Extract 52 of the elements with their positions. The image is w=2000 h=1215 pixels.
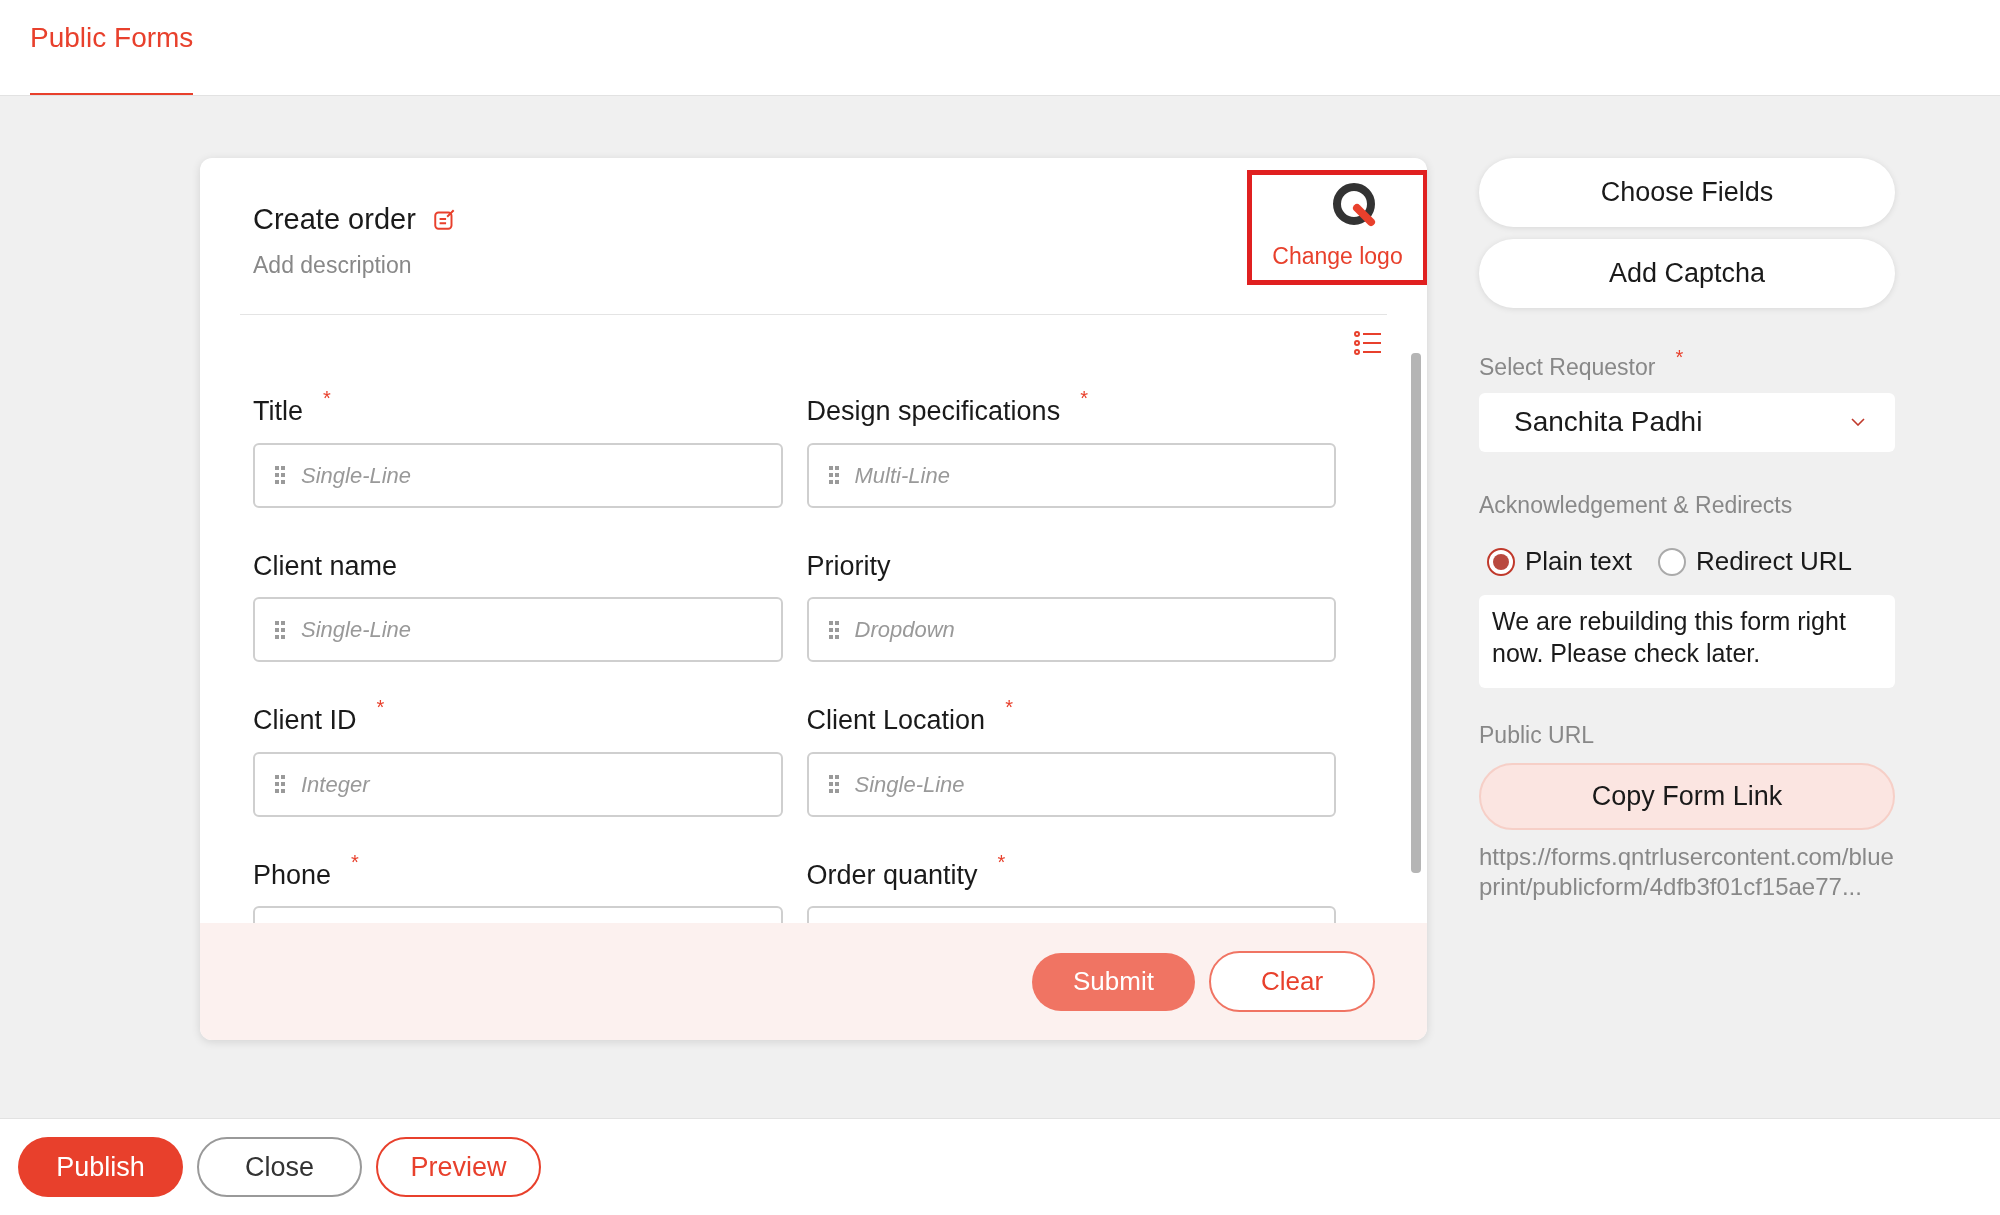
requestor-label: Select Requestor — [1479, 353, 1656, 382]
section-label: Acknowledgement & Redirects — [1479, 490, 1794, 520]
radio-button[interactable] — [1657, 547, 1686, 576]
field-label: Title — [253, 395, 303, 428]
required-asterisk: * — [997, 849, 1006, 875]
required-asterisk: * — [1080, 386, 1088, 411]
copy-link-button[interactable]: Copy Form Link — [1479, 762, 1895, 830]
chevron-down-icon — [1851, 418, 1865, 426]
radio-button[interactable] — [1487, 547, 1515, 576]
field-label: Design specifications — [806, 395, 1061, 428]
change-logo-button[interactable]: Change logo — [1247, 170, 1427, 285]
drag-handle-icon — [828, 466, 839, 484]
scrollbar[interactable] — [1411, 353, 1421, 873]
required-asterisk: * — [1005, 695, 1013, 720]
field-label: Client Location — [806, 704, 986, 737]
clear-button[interactable]: Clear — [1209, 951, 1375, 1012]
drag-handle-icon — [275, 620, 285, 639]
field-label: Order quantity — [806, 858, 978, 892]
field-label: Client name — [253, 549, 398, 583]
input-field[interactable]: Dropdown — [806, 597, 1336, 662]
radio-label: Redirect URL — [1695, 545, 1852, 578]
required-asterisk: * — [376, 695, 385, 720]
input-field[interactable]: Multi-Line — [806, 442, 1336, 508]
input-field[interactable]: Single-Line — [253, 597, 783, 662]
field-label: Priority — [806, 549, 891, 583]
field-label: Client ID — [253, 704, 357, 737]
input-field[interactable]: Single-Line — [253, 442, 783, 508]
required-asterisk: * — [323, 386, 331, 411]
preview-button[interactable]: Preview — [376, 1137, 541, 1197]
message-field[interactable]: We are rebuilding this form right now. Please check later. — [1479, 595, 1895, 688]
input-field[interactable]: Integer — [253, 751, 783, 817]
required-asterisk: * — [351, 849, 359, 875]
requestor-dropdown[interactable]: Sanchita Padhi — [1479, 392, 1895, 452]
publish-button[interactable]: Publish — [18, 1137, 183, 1197]
list-icon[interactable] — [1354, 331, 1382, 355]
close-button[interactable]: Close — [197, 1137, 362, 1197]
public-url: https://forms.qntrlusercontent.com/blueprint/publicform/4dfb3f01cf15ae77... — [1479, 841, 1895, 902]
drag-handle-icon — [828, 620, 839, 639]
field-label: Phone — [253, 858, 332, 892]
radio-label: Plain text — [1525, 545, 1632, 578]
section-label: Public URL — [1479, 721, 1596, 750]
form-description: Add description — [253, 250, 413, 280]
form-title: Create order — [253, 202, 416, 237]
required-asterisk: * — [1675, 345, 1684, 370]
drag-handle-icon — [275, 775, 285, 793]
drag-handle-icon — [828, 775, 839, 793]
submit-button[interactable]: Submit — [1032, 952, 1195, 1011]
input-field[interactable]: Single-Line — [806, 751, 1336, 817]
side-button[interactable]: Choose Fields — [1479, 158, 1895, 227]
tab[interactable]: Public Forms — [30, 0, 194, 95]
drag-handle-icon — [275, 466, 285, 484]
side-button[interactable]: Add Captcha — [1479, 239, 1895, 308]
